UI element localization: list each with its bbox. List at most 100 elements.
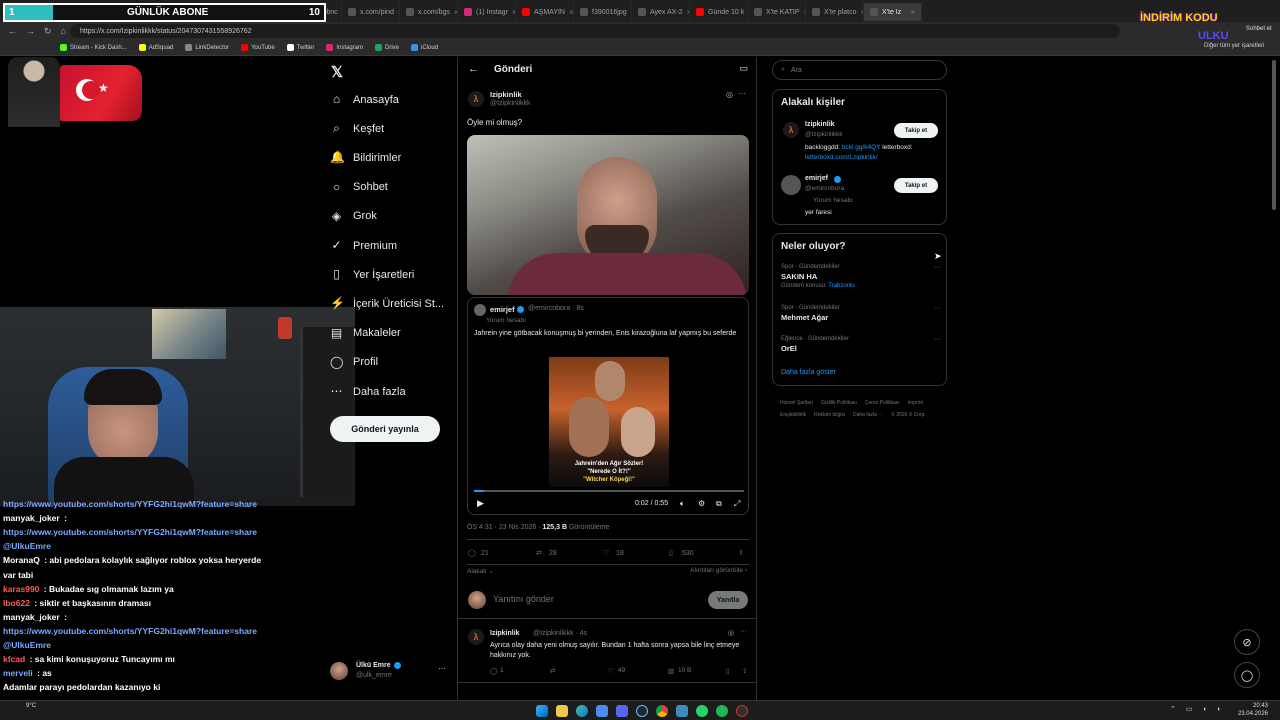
footer-link[interactable]: Imprint xyxy=(908,397,923,409)
footer-link[interactable]: Reklam bilgisi xyxy=(814,409,845,421)
tab-close-icon[interactable]: × xyxy=(569,8,573,17)
browser-tab[interactable]: x.com/bgs× xyxy=(400,3,458,21)
bookmark-item[interactable]: Stream - Kick Dash... xyxy=(60,44,127,51)
show-more-link[interactable]: Daha fazla göster xyxy=(781,369,836,376)
chat-username[interactable]: manyak_joker xyxy=(3,513,60,523)
weather-widget[interactable]: 9°C xyxy=(26,703,36,709)
footer-link[interactable]: © 2026 X Corp. xyxy=(891,409,926,421)
x-logo-icon[interactable]: 𝕏 xyxy=(331,63,343,81)
grok-float-button[interactable]: ⊘ xyxy=(1234,629,1260,655)
reply-button[interactable]: Yanıtla xyxy=(708,591,748,609)
footer-link[interactable]: Çerez Politikası xyxy=(865,397,900,409)
footer-link[interactable]: Gizlilik Politikası xyxy=(821,397,857,409)
sort-relevant[interactable]: Alakalı ⌄ xyxy=(467,567,494,575)
post-time[interactable]: ÖS 4:31 · 23 Nis 2026 · xyxy=(467,524,542,531)
bio-link[interactable]: bckl.gg/k4QY xyxy=(842,144,881,151)
trend-more-icon[interactable]: ··· xyxy=(934,305,941,312)
explorer-icon[interactable] xyxy=(556,705,568,717)
trend-more-icon[interactable]: ··· xyxy=(934,336,941,343)
sidebar-item[interactable]: ⚡ İçerik Üreticisi St... xyxy=(330,297,444,310)
chat-link[interactable]: https://www.youtube.com/shorts/YYFG2hi1q… xyxy=(3,499,257,509)
browser-tab[interactable]: X'te platco× xyxy=(806,3,864,21)
reply-input[interactable]: Yanıtını gönder xyxy=(493,594,554,604)
sidebar-item[interactable]: ⌂ Anasayfa xyxy=(330,93,399,106)
video-progress-track[interactable] xyxy=(474,490,744,492)
post-video[interactable] xyxy=(467,135,749,295)
sidebar-item[interactable]: ✓ Premium xyxy=(330,239,397,252)
share-icon[interactable]: ⇪ xyxy=(738,549,744,557)
browser-tab[interactable]: X'te KATIP× xyxy=(748,3,806,21)
grok-icon[interactable]: ◎ xyxy=(726,90,733,99)
sidebar-item[interactable]: ○ Sohbet xyxy=(330,180,388,194)
reply-repost-icon[interactable]: ⇄ xyxy=(550,667,555,675)
messages-float-button[interactable]: ◯ xyxy=(1234,662,1260,688)
tab-close-icon[interactable]: × xyxy=(910,8,915,17)
grok-icon[interactable]: ◎ xyxy=(728,629,734,637)
bookmark-item[interactable]: Instagram xyxy=(326,44,363,51)
author-avatar[interactable]: λ xyxy=(468,91,484,107)
browser-tab[interactable]: AŞMAYIN × xyxy=(516,3,574,21)
browser-tab[interactable]: X'te Iz × xyxy=(864,3,922,21)
post-more-icon[interactable]: ··· xyxy=(738,89,746,98)
search-input[interactable]: ⌕ Ara xyxy=(772,60,947,80)
trend-item[interactable]: Spor · Gündemdekiler Mehmet Ağar ··· xyxy=(781,305,941,327)
sidebar-item[interactable]: ⋯ Daha fazla xyxy=(330,385,406,398)
home-icon[interactable]: ⌂ xyxy=(61,26,66,37)
sidebar-item[interactable]: ◈ Grok xyxy=(330,209,377,223)
discord-icon[interactable] xyxy=(616,705,628,717)
bookmark-item[interactable]: Drive xyxy=(375,44,399,51)
start-icon[interactable] xyxy=(536,705,548,717)
author-name[interactable]: Izipkinlik xyxy=(490,90,522,99)
whatsapp-icon[interactable] xyxy=(696,705,708,717)
browser-tab[interactable]: Ayex AX-2× xyxy=(632,3,690,21)
post-button[interactable]: Gönderi yayınla xyxy=(330,416,440,442)
tray-icons[interactable]: ⌃ ▭ ◖ ◗ xyxy=(1170,705,1225,713)
reply-avatar[interactable]: λ xyxy=(468,629,484,645)
reply-share-icon[interactable]: ⇪ xyxy=(742,667,747,675)
bookmark-item[interactable]: LinkDetector xyxy=(185,44,229,51)
chrome-icon[interactable] xyxy=(656,705,668,717)
reply-tweet[interactable]: λ Izipkinlik @Izipkinlikkk · 4s ◎ ··· Ay… xyxy=(458,621,756,683)
browser-tab[interactable]: (1) Instagr× xyxy=(458,3,516,21)
follow-button[interactable]: Takip et xyxy=(894,123,938,138)
quote-thumbnail[interactable]: Jahrein'den Ağır Sözler! "Nerede O İt?!"… xyxy=(549,357,669,487)
sidebar-item[interactable]: ⌕ Keşfet xyxy=(330,122,384,135)
reply-views-icon[interactable]: ▥ xyxy=(668,667,674,675)
person-name[interactable]: emirjef xyxy=(805,175,828,182)
forward-icon[interactable]: → xyxy=(26,26,35,37)
chat-username[interactable]: manyak_joker xyxy=(3,612,60,622)
edge-icon[interactable] xyxy=(576,705,588,717)
sidebar-item[interactable]: ▯ Yer İşaretleri xyxy=(330,268,414,281)
page-scrollbar[interactable] xyxy=(1272,60,1276,210)
url-input[interactable]: https://x.com/Izipkinlikkk/status/204730… xyxy=(70,24,1120,38)
bookmark-item[interactable]: AdSquad xyxy=(138,44,173,51)
pip-icon[interactable]: ⧉ xyxy=(716,499,722,509)
sidebar-item[interactable]: ◯ Profil xyxy=(330,355,378,369)
chat-username[interactable]: karas990 xyxy=(3,584,39,594)
chat-username[interactable]: kfcad xyxy=(3,654,25,664)
quoted-tweet[interactable]: emirjef @emircnbora · 8s Yorum hesabı Ja… xyxy=(467,297,749,515)
trend-item[interactable]: Spor · Gündemdekiler SAKIN HA Gündem kon… xyxy=(781,264,941,294)
chat-username[interactable]: merveli xyxy=(3,668,33,678)
bookmark-item[interactable]: YouTube xyxy=(241,44,275,51)
person-avatar[interactable] xyxy=(781,175,801,195)
footer-link[interactable]: Erişilebilirlik xyxy=(780,409,806,421)
obs-icon[interactable] xyxy=(736,705,748,717)
bookmark-item[interactable]: iCloud xyxy=(411,44,438,51)
settings-icon[interactable]: ⚙ xyxy=(698,499,705,508)
bookmark-icon[interactable]: ▯ xyxy=(669,549,673,557)
repost-icon[interactable]: ⇄ xyxy=(536,549,542,557)
sidebar-item[interactable]: ▤ Makaleler xyxy=(330,326,401,340)
chat-link[interactable]: https://www.youtube.com/shorts/YYFG2hi1q… xyxy=(3,626,257,636)
reload-icon[interactable]: ↻ xyxy=(44,26,52,37)
spotify-icon[interactable] xyxy=(716,705,728,717)
steam-icon[interactable] xyxy=(636,705,648,717)
files-icon[interactable] xyxy=(596,705,608,717)
follow-button[interactable]: Takip et xyxy=(894,178,938,193)
reply-reply-icon[interactable]: ◯ xyxy=(490,667,497,675)
trend-more-icon[interactable]: ··· xyxy=(934,264,941,271)
bio-link[interactable]: letterboxd.com/Lzipkinlik/ xyxy=(805,154,878,161)
footer-link[interactable]: Daha fazla ··· xyxy=(853,409,883,421)
trend-extra-link[interactable]: Trabzonlu xyxy=(828,283,854,289)
person-avatar[interactable]: λ xyxy=(783,122,799,138)
